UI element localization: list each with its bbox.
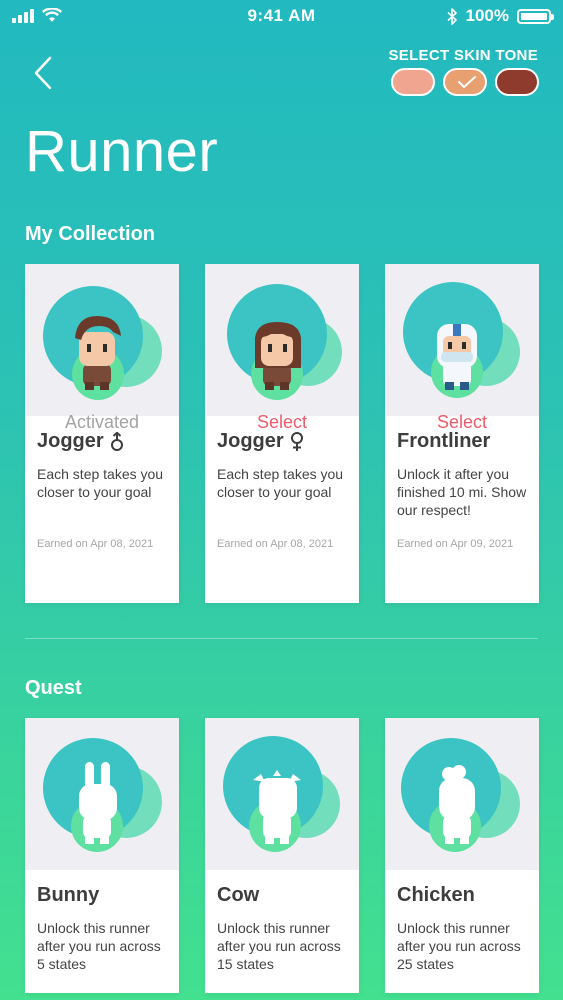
runner-art [385, 718, 539, 870]
runner-name: Bunny [37, 884, 100, 906]
page-title: Runner [25, 119, 219, 184]
bluetooth-icon [446, 7, 457, 25]
chevron-left-icon [34, 56, 52, 90]
earned-date: Earned on Apr 09, 2021 [397, 538, 514, 550]
runner-art [25, 718, 179, 870]
runner-description: Each step takes you closer to your goal [37, 466, 164, 500]
runner-description: Each step takes you closer to your goal [217, 466, 344, 500]
quest-requirement: Unlock this runner after you run across … [217, 920, 341, 972]
runner-name: Chicken [397, 884, 475, 906]
chicken-silhouette-icon [401, 738, 520, 852]
runner-art [205, 718, 359, 870]
bunny-silhouette-icon [43, 738, 162, 852]
runner-card-jogger-male[interactable]: Jogger Each step takes you closer to you… [25, 264, 179, 603]
male-symbol-icon [110, 431, 123, 451]
runner-card-frontliner[interactable]: Frontliner Unlock it after you finished … [385, 264, 539, 603]
battery-icon [517, 8, 554, 24]
skin-tone-selector [391, 68, 539, 96]
jogger-male-avatar-icon [43, 286, 162, 400]
quest-requirement: Unlock this runner after you run across … [397, 920, 521, 972]
collection-section-title: My Collection [25, 223, 156, 245]
status-bar: 9:41 AM 100% [0, 0, 563, 34]
frontliner-avatar-icon [403, 282, 520, 398]
runner-description: Unlock it after you finished 10 mi. Show… [397, 466, 527, 518]
jogger-female-avatar-icon [227, 284, 342, 400]
quest-card-cow[interactable]: Cow Unlock this runner after you run acr… [205, 718, 359, 993]
runner-name: Frontliner [397, 430, 491, 452]
skin-tone-swatch-dark[interactable] [495, 68, 539, 96]
activated-label: Activated [64, 412, 140, 432]
female-symbol-icon [290, 431, 303, 451]
runner-name: Cow [217, 884, 260, 906]
earned-date: Earned on Apr 08, 2021 [217, 538, 334, 550]
skin-tone-label: SELECT SKIN TONE [388, 47, 538, 64]
back-button[interactable] [28, 52, 62, 96]
cow-silhouette-icon [223, 736, 340, 852]
battery-percent: 100% [465, 6, 509, 25]
runner-card-jogger-female[interactable]: Jogger Each step takes you closer to you… [205, 264, 359, 603]
runner-art [385, 264, 539, 416]
collection-list: Jogger Each step takes you closer to you… [25, 264, 539, 603]
select-button[interactable]: Select [205, 412, 359, 433]
runner-name: Jogger [217, 430, 284, 452]
skin-tone-swatch-medium[interactable] [443, 68, 487, 96]
section-divider [25, 638, 538, 639]
skin-tone-swatch-light[interactable] [391, 68, 435, 96]
runner-art [205, 264, 359, 416]
quest-list: Bunny Unlock this runner after you run a… [25, 718, 539, 1000]
quest-requirement: Unlock this runner after you run across … [37, 920, 161, 972]
quest-card-chicken[interactable]: Chicken Unlock this runner after you run… [385, 718, 539, 993]
earned-date: Earned on Apr 08, 2021 [37, 538, 154, 550]
runner-art [25, 264, 179, 416]
select-button[interactable]: Select [385, 412, 539, 433]
checkmark-icon [458, 76, 476, 88]
quest-card-bunny[interactable]: Bunny Unlock this runner after you run a… [25, 718, 179, 993]
quest-section-title: Quest [25, 677, 82, 699]
runner-name: Jogger [37, 430, 104, 452]
